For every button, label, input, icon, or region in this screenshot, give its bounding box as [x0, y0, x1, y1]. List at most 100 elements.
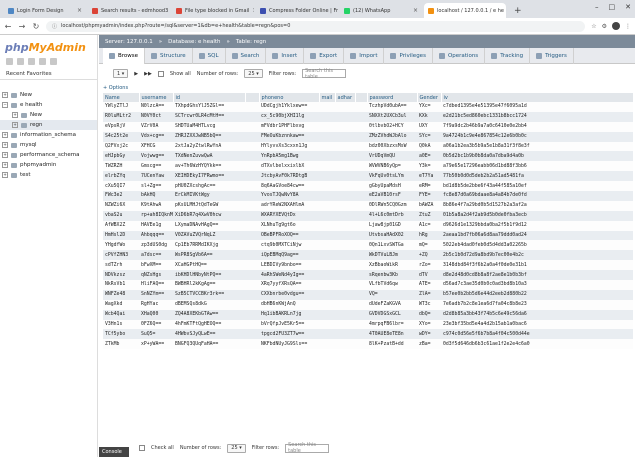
table-row[interactable]: cXu5QI7 sl+Zg== pHU0ZXcshgAc== 8q6AaGVoe84c… — [103, 181, 633, 192]
last-page-icon[interactable]: ▶▶ — [144, 71, 152, 77]
tab-search[interactable]: Search — [226, 47, 267, 64]
page-select[interactable]: 1 ▾ — [113, 69, 129, 78]
column-header[interactable]: phoneno — [259, 93, 320, 102]
browser-tab[interactable]: localhost / 127.0.0.1 / e he× — [424, 3, 506, 18]
table-row[interactable]: WNFZe48 SnNZYm== SzB5CTVCCBKr3rk== CXXbnrbe… — [103, 289, 633, 300]
table-row[interactable]: YWlyZTlJ N0lzcA== TXhpdGhsYlJ5ZGl== UDdCgjh… — [103, 102, 633, 112]
table-row[interactable]: WagXkd RgHYac dBEMSQs8dkG dbHB6nKWjAnQ dUdeF… — [103, 299, 633, 310]
browser-tab[interactable]: Search results - edmhood3× — [88, 3, 170, 18]
filter-input[interactable]: Search this table — [302, 68, 347, 80]
docs-icon[interactable] — [28, 58, 35, 65]
logout-icon[interactable] — [17, 58, 24, 65]
expand-icon[interactable]: + — [2, 92, 8, 98]
recent-favorites[interactable]: Recent Favorites — [0, 69, 97, 80]
column-header[interactable]: Name — [103, 93, 140, 102]
expand-icon[interactable]: + — [2, 172, 8, 178]
table-row[interactable]: elrbZYq 7UCenYaw XEIHDEkyI7FRwmo== JtcbyAvF… — [103, 171, 633, 182]
reload-nav-icon[interactable] — [50, 58, 57, 65]
column-header[interactable]: password — [367, 93, 418, 102]
pma-logo[interactable]: phpMyAdmin — [0, 35, 97, 54]
table-row[interactable]: NkRsVb1 HliFAQ== BWBHRl2kKgAg== XRq7yyfXRsQ… — [103, 280, 633, 290]
table-row[interactable]: S4c25t2e Vdx+cg== ZHRJZXXJwNB5bQ== FMeOuKbz… — [103, 131, 633, 142]
tree-item[interactable]: + information_schema — [0, 130, 97, 140]
table-row[interactable]: YHgdfWo zp3dUS0dg Cp1Eb7RRMdIKXjg ctq9b0MXT… — [103, 240, 633, 251]
breadcrumb-item[interactable]: Table: regn — [236, 39, 266, 45]
tree-item[interactable]: + performance_schema — [0, 150, 97, 160]
close-tab-icon[interactable]: × — [252, 7, 254, 14]
expand-icon[interactable]: + — [2, 142, 8, 148]
tree-item[interactable]: + mysql — [0, 140, 97, 150]
column-header[interactable]: mail — [319, 93, 336, 102]
column-header[interactable]: username — [139, 93, 174, 102]
expand-icon[interactable]: + — [12, 122, 18, 128]
minimize-icon[interactable]: – — [595, 3, 599, 11]
settings-icon[interactable] — [39, 58, 46, 65]
table-row[interactable]: eVpsRjV VZrV0A SHDTUaM4HTLvcg mFVdbr1PHFlbx… — [103, 121, 633, 132]
close-tab-icon[interactable]: × — [413, 7, 418, 14]
forward-icon[interactable]: → — [18, 22, 26, 31]
table-row[interactable]: Q2FVxj2c XFHCG 2xtJa2yZtwlRwYnA HYlyvvXs3cx… — [103, 141, 633, 152]
tree-item[interactable]: + New — [0, 90, 97, 100]
table-row[interactable]: NZWZi6X K9tAhwA pKsULMHJtQdTeGW adrYReW2NXA… — [103, 200, 633, 211]
tree-item[interactable]: − e health — [0, 100, 97, 110]
expand-icon[interactable]: − — [2, 102, 8, 108]
bottom-filter-input[interactable]: Search this table — [285, 442, 330, 454]
star-icon[interactable]: ☆ — [591, 23, 596, 30]
table-row[interactable]: Wcb4Qai XHaQ00 ZQ4A8XEKbGTAw== Hq1ibBAKRLn7… — [103, 309, 633, 320]
table-row[interactable]: cPVfZHN3 a7dsc== WsPR8SgVb6A== iQpEBMqQ9ag=… — [103, 250, 633, 261]
reload-icon[interactable]: ↻ — [32, 22, 40, 31]
expand-icon[interactable]: + — [2, 132, 8, 138]
tab-structure[interactable]: Structure — [145, 47, 193, 64]
browser-tab[interactable]: Compress Folder Online | Fr× — [256, 3, 338, 18]
tab-browse[interactable]: Browse — [103, 47, 146, 64]
profile-avatar[interactable] — [612, 22, 620, 30]
tab-tracking[interactable]: Tracking — [485, 47, 531, 64]
browser-tab[interactable]: (12) WhatsApp × — [340, 3, 422, 18]
column-header[interactable]: adhar — [335, 93, 356, 102]
home-icon[interactable] — [6, 58, 13, 65]
expand-icon[interactable]: + — [2, 152, 8, 158]
tree-item[interactable]: + regn — [0, 120, 97, 130]
table-row[interactable]: TCf5ybo SuQ5= 4HWbvSJyQLwE== tpgcd2FU3ZT7w=… — [103, 329, 633, 340]
show-all-checkbox[interactable] — [157, 70, 164, 77]
tab-import[interactable]: Import — [344, 47, 385, 64]
url-input[interactable]: ⓘ localhost/phpmyadmin/index.php?route=/… — [46, 20, 586, 32]
browser-tab[interactable]: File type blocked in Gmail× — [172, 3, 254, 18]
close-icon[interactable]: ✕ — [625, 3, 631, 11]
column-header[interactable] — [245, 93, 260, 102]
browser-tab[interactable]: Login Form Design × — [4, 3, 86, 18]
table-row[interactable]: vbaS2u rp+ah8IQknMw XiD6bR7q4XwV0hcw WXARYX… — [103, 210, 633, 221]
close-tab-icon[interactable]: × — [77, 7, 82, 14]
table-row[interactable]: sdTZrh bFwXM== XCaHGPtHQ== LEBDIVy9bnbo== Xz… — [103, 260, 633, 271]
back-icon[interactable]: ← — [4, 22, 12, 31]
column-header[interactable]: iv — [441, 93, 634, 102]
tree-item[interactable]: + test — [0, 170, 97, 180]
check-all-checkbox[interactable] — [139, 445, 145, 451]
tab-operations[interactable]: Operations — [433, 47, 486, 64]
table-row[interactable]: NDVkzsz qNZsHgs ibKHDlHNbyNtPQ== 4aRhSWeNd4… — [103, 270, 633, 281]
column-header[interactable] — [355, 93, 368, 102]
breadcrumb-item[interactable]: Database: e health — [168, 39, 220, 45]
options-link[interactable]: + Options — [99, 80, 635, 93]
table-row[interactable]: FWc3e2 bAkHQ ErCkMIVKtWgy YvosTJQwNvY8A eE2a… — [103, 191, 633, 201]
table-row[interactable]: AfWBX2Z HAVEe1g LXymaDNAvHAgQ== XLNhuTg9gt6… — [103, 220, 633, 231]
table-row[interactable]: R0luMLtr2 N0VY0ct SCTrcwr0LR4cMtH== cx_5c90… — [103, 111, 633, 122]
info-icon[interactable]: ⓘ — [52, 23, 57, 30]
table-row[interactable]: ZTkMb xP+yWA== BNGFQ3QUqFaHA== NKFbdNUyJG9S… — [103, 339, 633, 350]
new-tab-button[interactable]: + — [508, 6, 528, 18]
extension-icon[interactable]: ⚙ — [602, 23, 607, 30]
menu-icon[interactable]: ⋮ — [625, 23, 631, 30]
tab-insert[interactable]: Insert — [266, 47, 305, 64]
table-row[interactable]: V3Hn1s 0FZ6Q== 4hFmKTFtQgHEOQ== bVrQfpJvE5K… — [103, 319, 633, 330]
expand-icon[interactable]: + — [12, 112, 18, 118]
table-row[interactable]: eHJpbGy Vojwwg== TXdNenZuvwQwA YnRpbA5mg1Bw… — [103, 151, 633, 162]
tree-item[interactable]: + phpmyadmin — [0, 160, 97, 170]
column-header[interactable]: Gender — [417, 93, 442, 102]
tree-item[interactable]: + New — [0, 110, 97, 120]
bottom-rows-select[interactable]: 25 ▾ — [227, 443, 246, 453]
expand-icon[interactable]: + — [2, 162, 8, 168]
tab-sql[interactable]: SQL — [193, 47, 226, 64]
tab-export[interactable]: Export — [304, 47, 345, 64]
column-header[interactable]: id — [173, 93, 246, 102]
next-page-icon[interactable]: ▶ — [134, 71, 138, 77]
